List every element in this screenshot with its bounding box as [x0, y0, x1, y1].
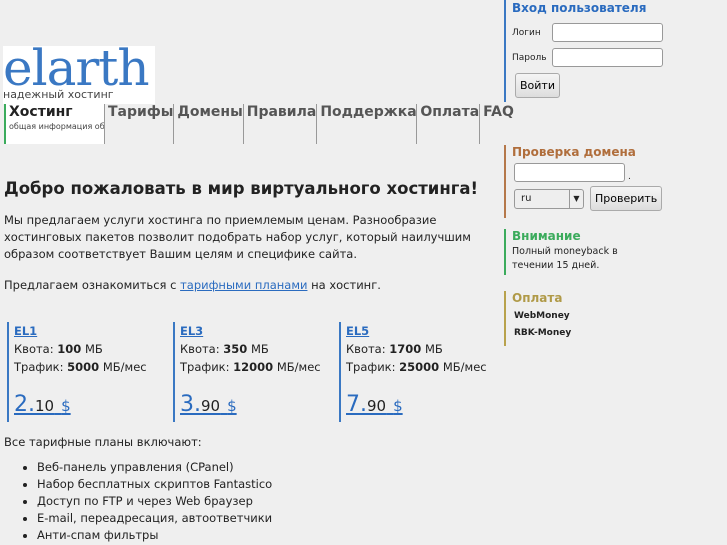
quota-label: Квота: [180, 342, 220, 356]
list-item: E-mail, переадресация, автоответчики [37, 510, 502, 527]
price-dec: 10 [35, 397, 55, 415]
nav-payment[interactable]: Оплата [416, 104, 479, 144]
login-label: Логин [512, 27, 541, 38]
currency: $ [393, 397, 403, 415]
price-int: 3. [180, 392, 201, 417]
currency: $ [227, 397, 237, 415]
unit: МБ/мес [442, 360, 487, 374]
intro-text: Мы предлагаем услуги хостинга по приемле… [4, 213, 471, 261]
plan-link[interactable]: EL1 [14, 324, 37, 338]
nav-domains[interactable]: Домены [173, 104, 243, 144]
offer-pre: Предлагаем ознакомиться с [4, 278, 181, 292]
includes-title: Все тарифные планы включают: [4, 435, 202, 449]
traffic-label: Трафик: [180, 360, 230, 374]
notice-text: Полный moneyback в течении 15 дней. [512, 246, 618, 271]
list-item: Доступ по FTP и через Web браузер [37, 493, 502, 510]
password-input[interactable] [552, 48, 663, 67]
traffic: 12000 [233, 360, 274, 374]
domain-input[interactable] [514, 163, 625, 182]
page-title: Добро пожаловать в мир виртуального хост… [4, 179, 479, 198]
login-panel: Вход пользователя Логин Пароль Войти [504, 0, 727, 102]
main-nav: Хостинг общая информация об услугах Тариф… [4, 104, 514, 144]
login-input[interactable] [552, 23, 663, 42]
notice-title: Внимание [512, 229, 581, 243]
price-int: 2. [14, 392, 35, 417]
quota: 350 [223, 342, 248, 356]
check-domain-button[interactable]: Проверить [590, 186, 663, 211]
plan-card: EL3 Квота: 350 МБ Трафик: 12000 МБ/мес 3… [173, 322, 336, 422]
nav-faq[interactable]: FAQ [479, 104, 514, 144]
payment-panel: Оплата WebMoney RBK-Money [504, 291, 727, 346]
payment-title: Оплата [512, 291, 563, 305]
price-dec: 90 [201, 397, 221, 415]
unit: МБ/мес [276, 360, 321, 374]
traffic-label: Трафик: [14, 360, 64, 374]
currency: $ [61, 397, 71, 415]
quota: 100 [57, 342, 82, 356]
nav-support[interactable]: Поддержка [316, 104, 417, 144]
nav-tariffs[interactable]: Тарифы [104, 104, 173, 144]
tariffs-link[interactable]: тарифными планами [180, 278, 307, 292]
chevron-down-icon: ▼ [569, 189, 583, 208]
plan-card: EL1 Квота: 100 МБ Трафик: 5000 МБ/мес 2.… [7, 322, 170, 422]
unit: МБ/мес [102, 360, 147, 374]
traffic-label: Трафик: [346, 360, 396, 374]
zone-value: ru [521, 192, 532, 204]
quota: 1700 [389, 342, 422, 356]
zone-select[interactable]: ru ▼ [514, 188, 584, 209]
list-item: Набор бесплатных скриптов Fantastico [37, 476, 502, 493]
dot: . [628, 172, 631, 182]
password-label: Пароль [512, 52, 547, 63]
nav-sub: общая информация об услугах [9, 122, 104, 131]
payment-webmoney: WebMoney [514, 311, 570, 321]
plans: EL1 Квота: 100 МБ Трафик: 5000 МБ/мес 2.… [4, 322, 502, 422]
plan-card: EL5 Квота: 1700 МБ Трафик: 25000 МБ/мес … [339, 322, 502, 422]
plan-price[interactable]: 7.90 $ [346, 394, 502, 416]
nav-label: Хостинг [9, 104, 73, 120]
plan-price[interactable]: 3.90 $ [180, 394, 336, 416]
nav-hosting[interactable]: Хостинг общая информация об услугах [4, 104, 104, 144]
traffic: 25000 [399, 360, 440, 374]
login-button[interactable]: Войти [515, 73, 560, 98]
logo[interactable]: elarth надежный хостинг [3, 39, 155, 104]
unit: МБ [250, 342, 269, 356]
payment-rbk: RBK-Money [514, 328, 572, 338]
price-dec: 90 [367, 397, 387, 415]
offer-text: Предлагаем ознакомиться с тарифными план… [4, 277, 502, 294]
includes-list: Веб-панель управления (CPanel) Набор бес… [37, 459, 502, 544]
login-title: Вход пользователя [512, 1, 647, 15]
price-int: 7. [346, 392, 367, 417]
plan-link[interactable]: EL5 [346, 324, 369, 338]
quota-label: Квота: [346, 342, 386, 356]
domain-check-title: Проверка домена [512, 145, 636, 159]
plan-price[interactable]: 2.10 $ [14, 394, 170, 416]
domain-check-panel: Проверка домена . ru ▼ Проверить [504, 145, 727, 218]
traffic: 5000 [67, 360, 100, 374]
list-item: Веб-панель управления (CPanel) [37, 459, 502, 476]
main-content: Добро пожаловать в мир виртуального хост… [4, 145, 502, 544]
offer-post: на хостинг. [307, 278, 381, 292]
quota-label: Квота: [14, 342, 54, 356]
unit: МБ [424, 342, 443, 356]
logo-name: elarth [3, 39, 150, 97]
unit: МБ [84, 342, 103, 356]
list-item: Анти-спам фильтры [37, 527, 502, 544]
notice-panel: Внимание Полный moneyback в течении 15 д… [504, 229, 727, 275]
plan-link[interactable]: EL3 [180, 324, 203, 338]
nav-rules[interactable]: Правила [242, 104, 316, 144]
